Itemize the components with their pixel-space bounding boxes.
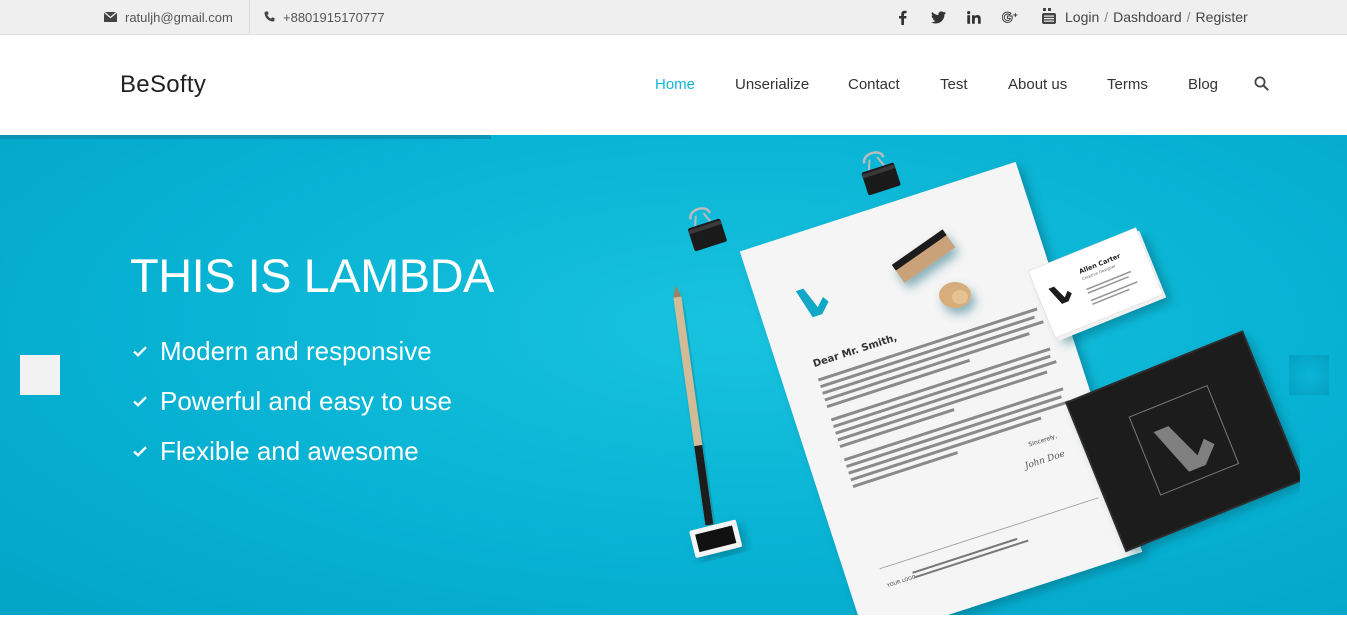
nav-item-contact[interactable]: Contact xyxy=(848,76,900,93)
nav-item-home[interactable]: Home xyxy=(655,76,695,93)
hero-title: THIS IS LAMBDA xyxy=(130,249,494,302)
facebook-icon[interactable] xyxy=(893,8,911,26)
nav-item-test[interactable]: Test xyxy=(940,76,968,93)
check-icon xyxy=(133,346,149,357)
separator: / xyxy=(1104,9,1109,25)
check-icon xyxy=(133,446,149,457)
youtube-icon[interactable] xyxy=(1042,7,1065,27)
contact-email[interactable]: ratuljh@gmail.com xyxy=(103,0,250,34)
brand-logo[interactable]: BeSofty xyxy=(120,71,206,99)
nav-item-unserialize[interactable]: Unserialize xyxy=(735,76,809,93)
contact-phone[interactable]: +8801915170777 xyxy=(264,0,385,34)
linkedin-icon[interactable] xyxy=(965,8,983,26)
slider-prev-button[interactable] xyxy=(20,355,60,395)
login-link[interactable]: Login xyxy=(1065,9,1099,25)
top-bar: ratuljh@gmail.com +8801915170777 Login /… xyxy=(0,0,1347,35)
pencil-image xyxy=(673,285,714,526)
binder-clip-image xyxy=(861,151,901,196)
register-link[interactable]: Register xyxy=(1196,9,1248,25)
hero-feature: Modern and responsive xyxy=(133,336,432,367)
nav-item-blog[interactable]: Blog xyxy=(1188,76,1218,93)
search-icon[interactable] xyxy=(1254,76,1269,96)
eraser-image xyxy=(689,519,742,558)
twitter-icon[interactable] xyxy=(929,8,947,26)
google-plus-icon[interactable] xyxy=(1001,8,1019,26)
slider-progress-bar xyxy=(0,135,491,139)
hero-slider: THIS IS LAMBDA Modern and responsive Pow… xyxy=(0,135,1347,615)
phone-icon xyxy=(264,10,283,25)
hero-feature: Powerful and easy to use xyxy=(133,386,452,417)
envelope-icon xyxy=(103,10,125,25)
stationery-mockup-image: Dear Mr. Smith, Sincerely, John Doe YOUR… xyxy=(673,151,1300,615)
social-links xyxy=(893,0,1037,34)
letter-paper-image: Dear Mr. Smith, Sincerely, John Doe YOUR… xyxy=(739,161,1143,615)
main-navbar: BeSofty Home Unserialize Contact Test Ab… xyxy=(0,35,1347,135)
feature-text: Powerful and easy to use xyxy=(160,386,452,416)
hero-feature: Flexible and awesome xyxy=(133,436,419,467)
below-hero-strip xyxy=(0,615,1347,637)
email-text: ratuljh@gmail.com xyxy=(125,9,233,25)
check-icon xyxy=(133,396,149,407)
phone-text: +8801915170777 xyxy=(283,9,385,25)
account-links: Login / Dashdoard / Register xyxy=(1042,0,1248,34)
separator: / xyxy=(1186,9,1191,25)
dashboard-link[interactable]: Dashdoard xyxy=(1113,9,1182,25)
nav-item-about-us[interactable]: About us xyxy=(1008,76,1067,93)
feature-text: Flexible and awesome xyxy=(160,436,419,466)
nav-item-terms[interactable]: Terms xyxy=(1107,76,1148,93)
binder-clip-image xyxy=(688,207,727,252)
feature-text: Modern and responsive xyxy=(160,336,432,366)
